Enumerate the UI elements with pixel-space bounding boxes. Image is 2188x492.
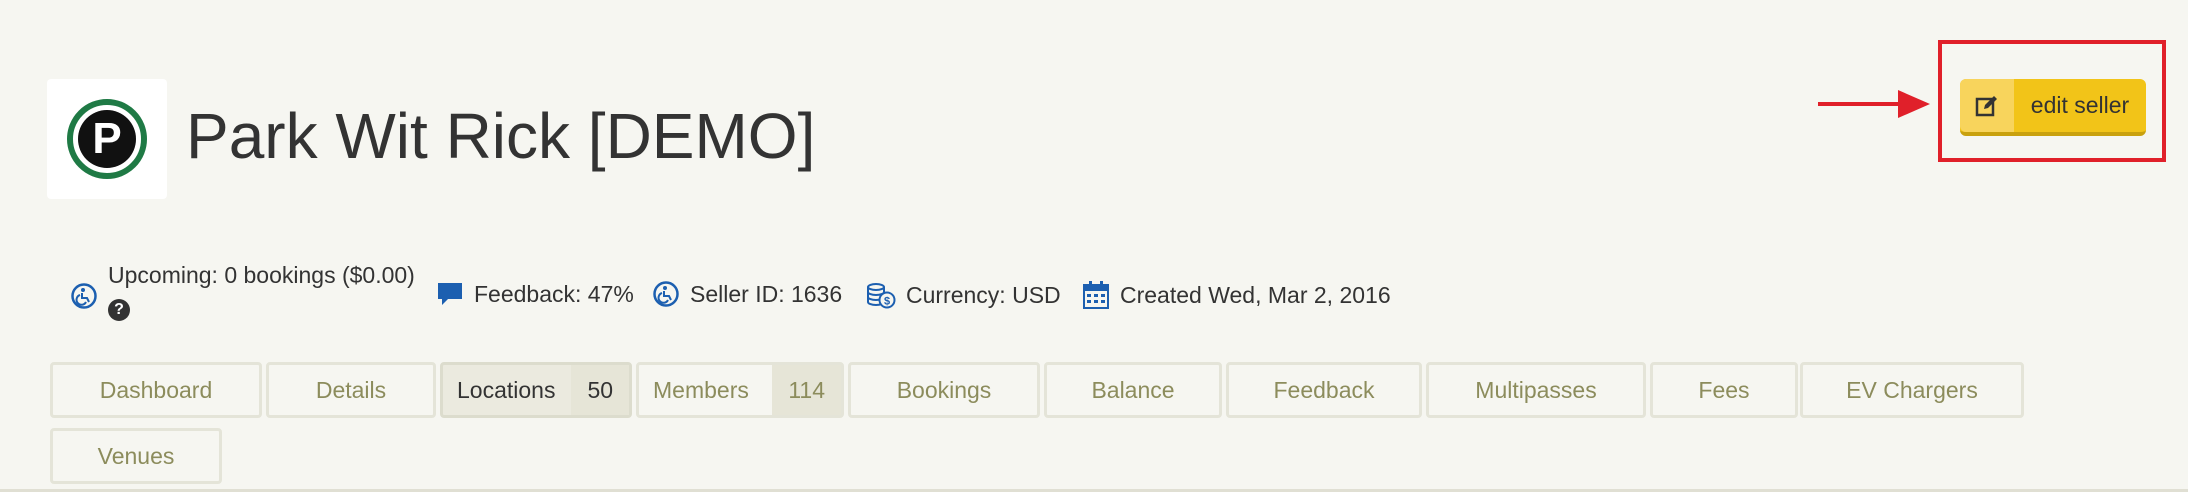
seller-logo: P [47,79,167,199]
tab-bookings[interactable]: Bookings [848,362,1040,418]
tab-label: Bookings [896,376,992,403]
svg-text:$: $ [884,296,890,308]
tab-balance[interactable]: Balance [1044,362,1222,418]
tab-count-badge: 50 [571,365,630,415]
tab-label: Members [653,376,749,403]
tab-label: Details [315,376,387,403]
edit-seller-button[interactable]: edit seller [1960,79,2146,136]
coins-icon: $ [867,283,896,309]
chat-bubble-icon [438,283,462,305]
accessible-icon [71,283,97,309]
tab-label: Fees [1698,376,1750,403]
tab-details[interactable]: Details [266,362,436,418]
tab-multipasses[interactable]: Multipasses [1426,362,1646,418]
tab-label: Multipasses [1475,376,1597,403]
tab-label: Dashboard [99,376,213,403]
created-date-info: Created Wed, Mar 2, 2016 [1082,280,1391,310]
tab-label: Feedback [1273,376,1375,403]
accessible-icon [653,281,679,307]
tab-count-badge: 114 [772,365,841,415]
tab-fees[interactable]: Fees [1650,362,1798,418]
created-date-text: Created Wed, Mar 2, 2016 [1120,281,1391,308]
feedback-info: Feedback: 47% [436,280,634,308]
seller-id-info: Seller ID: 1636 [652,280,842,308]
feedback-text: Feedback: 47% [474,280,634,307]
parking-logo-ring: P [67,99,147,179]
seller-name-title: Park Wit Rick [DEMO] [186,100,816,172]
tab-venues[interactable]: Venues [50,428,222,484]
currency-info: $ Currency: USD [866,280,1061,310]
annotation-arrow [1818,90,1930,118]
currency-text: Currency: USD [906,281,1061,308]
tab-dashboard[interactable]: Dashboard [50,362,262,418]
edit-icon [1960,79,2014,132]
tab-locations[interactable]: Locations 50 [440,362,632,418]
tab-label: Locations [457,376,556,403]
tab-members[interactable]: Members 114 [636,362,844,418]
tab-label: EV Chargers [1846,376,1978,403]
tab-label: Venues [97,442,175,469]
help-icon[interactable]: ? [108,299,130,321]
tab-feedback[interactable]: Feedback [1226,362,1422,418]
parking-logo-letter: P [78,110,136,168]
tab-label: Balance [1091,376,1175,403]
seller-id-text: Seller ID: 1636 [690,280,843,307]
edit-seller-label: edit seller [2030,92,2130,118]
upcoming-bookings-text: Upcoming: 0 bookings ($0.00) [108,262,415,288]
calendar-icon [1083,281,1109,309]
tab-ev-chargers[interactable]: EV Chargers [1800,362,2024,418]
